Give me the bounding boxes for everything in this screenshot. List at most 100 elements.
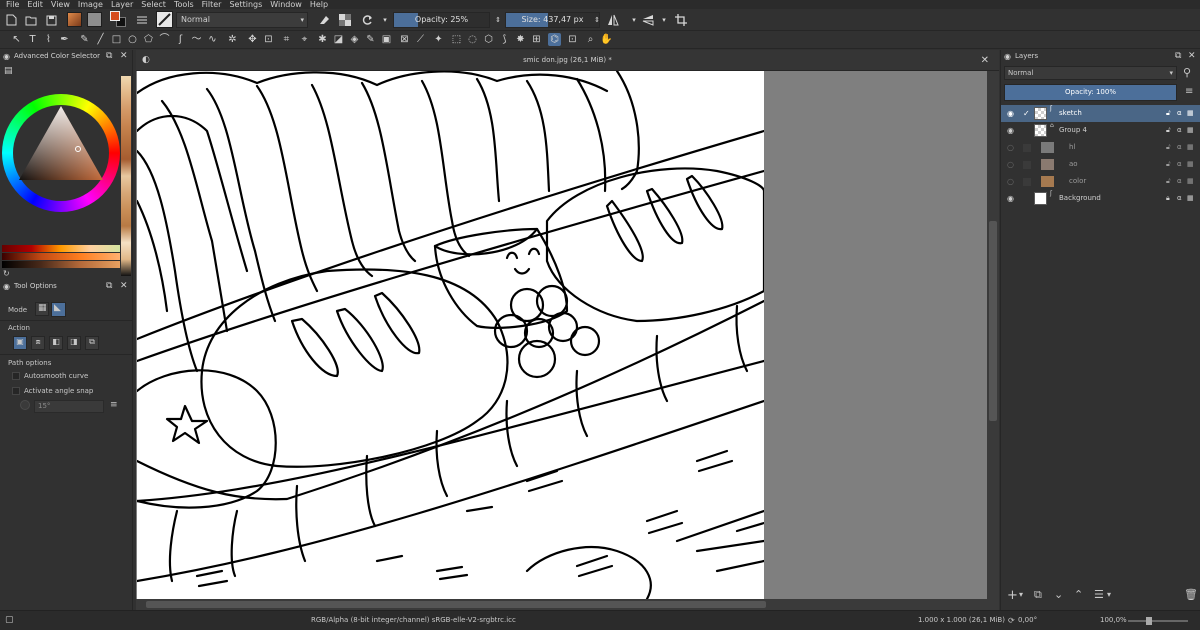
mirror-horizontal-icon[interactable] xyxy=(606,13,620,27)
action-add-button[interactable]: ◧ xyxy=(49,336,63,350)
elliptical-selection-icon[interactable]: ◌ xyxy=(466,33,479,46)
eye-visible-icon[interactable]: ◉ xyxy=(1007,105,1014,122)
opacity-stepper-icon[interactable]: ⇕ xyxy=(491,13,505,27)
menu-settings[interactable]: Settings xyxy=(229,0,262,9)
size-stepper-icon[interactable]: ⇕ xyxy=(590,13,604,27)
smart-patch-tool-icon[interactable]: ✱ xyxy=(316,33,329,46)
color-history-strip[interactable] xyxy=(121,76,131,276)
size-slider[interactable]: Size: 437,47 px xyxy=(505,12,600,28)
move-layer-down-icon[interactable]: ⌄ xyxy=(1054,588,1063,601)
mirror-vertical-icon[interactable] xyxy=(641,13,655,27)
color-wheel[interactable] xyxy=(2,94,120,212)
alpha-lock-icon[interactable]: α xyxy=(1177,105,1182,122)
move-layer-up-icon[interactable]: ⌃ xyxy=(1074,588,1083,601)
angle-spinbox[interactable]: 15° xyxy=(34,400,104,413)
brush-preset-status-icon[interactable]: ▢ xyxy=(5,611,14,630)
inherit-alpha-icon[interactable]: ▦ xyxy=(1187,122,1194,139)
alpha-lock-icon[interactable]: α xyxy=(1177,139,1182,156)
refresh-icon[interactable]: ↻ xyxy=(3,269,10,278)
docker-handle-icon[interactable]: ◉ xyxy=(3,280,10,293)
freehand-brush-tool-icon[interactable]: ✎ xyxy=(78,33,91,46)
bezier-tool-icon[interactable]: ʃ xyxy=(174,33,187,46)
opacity-slider[interactable]: Opacity: 25% xyxy=(393,12,490,28)
polyline-tool-icon[interactable]: ⌒ xyxy=(158,33,171,46)
transform-tool-icon[interactable]: ⊡ xyxy=(262,33,275,46)
layer-row-color[interactable]: ○ color 🔓︎ α ▦ xyxy=(1001,173,1200,190)
save-icon[interactable] xyxy=(44,13,58,27)
menu-file[interactable]: File xyxy=(6,0,19,9)
chevron-down-icon[interactable]: ▾ xyxy=(627,13,641,27)
layer-row-ao[interactable]: ○ ao 🔓︎ α ▦ xyxy=(1001,156,1200,173)
inherit-alpha-icon[interactable]: ▦ xyxy=(1187,105,1194,122)
dynamic-brush-tool-icon[interactable]: ∿ xyxy=(206,33,219,46)
menu-tools[interactable]: Tools xyxy=(174,0,194,9)
eye-hidden-icon[interactable]: ○ xyxy=(1007,156,1014,173)
move-tool-icon[interactable]: ✥ xyxy=(246,33,259,46)
menu-help[interactable]: Help xyxy=(310,0,328,9)
chevron-down-icon[interactable]: ▾ xyxy=(657,13,671,27)
vertical-scrollbar-thumb[interactable] xyxy=(989,221,997,421)
mode-shape-button[interactable]: ▦ xyxy=(35,302,49,316)
layer-blend-mode-combo[interactable]: Normal ▾ xyxy=(1004,66,1177,80)
inherit-alpha-icon[interactable]: ▦ xyxy=(1187,173,1194,190)
pattern-preset-swatch[interactable] xyxy=(87,12,102,27)
vertical-scrollbar[interactable] xyxy=(987,71,999,599)
menu-image[interactable]: Image xyxy=(78,0,103,9)
horizontal-scrollbar-thumb[interactable] xyxy=(146,601,766,608)
lock-icon[interactable]: 🔒︎ xyxy=(1166,190,1170,207)
polygon-tool-icon[interactable]: ⬠ xyxy=(142,33,155,46)
zoom-tool-icon[interactable]: ⌕ xyxy=(584,33,597,46)
float-docker-icon[interactable]: ⧉ xyxy=(106,50,112,63)
gradient-preset-swatch[interactable] xyxy=(67,12,82,27)
similar-selection-icon[interactable]: ⊞ xyxy=(530,33,543,46)
magnetic-selection-icon[interactable]: ⊡ xyxy=(566,33,579,46)
eye-hidden-icon[interactable]: ○ xyxy=(1007,173,1014,190)
reload-preset-icon[interactable] xyxy=(360,13,374,27)
layer-row-group-4[interactable]: ◉ ⌂ Group 4 🔓︎ α ▦ xyxy=(1001,122,1200,139)
duplicate-layer-icon[interactable]: ⧉ xyxy=(1034,588,1042,602)
chevron-down-icon[interactable]: ▾ xyxy=(1019,590,1023,599)
alpha-lock-icon[interactable]: α xyxy=(1177,190,1182,207)
fill-tool-icon[interactable]: ◈ xyxy=(348,33,361,46)
action-replace-button[interactable]: ▣ xyxy=(13,336,27,350)
color-gradient-bar-3[interactable] xyxy=(2,261,120,268)
eye-hidden-icon[interactable]: ○ xyxy=(1007,139,1014,156)
hamburger-menu-icon[interactable]: ≡ xyxy=(110,400,118,410)
ellipse-tool-icon[interactable]: ○ xyxy=(126,33,139,46)
menu-window[interactable]: Window xyxy=(270,0,302,9)
measure-tool-icon[interactable]: ⟋ xyxy=(414,33,427,46)
lock-icon[interactable]: 🔓︎ xyxy=(1166,139,1171,156)
layer-row-hl[interactable]: ○ hl 🔓︎ α ▦ xyxy=(1001,139,1200,156)
close-document-icon[interactable]: ✕ xyxy=(981,50,989,71)
lock-icon[interactable]: 🔓︎ xyxy=(1166,173,1171,190)
preserve-alpha-icon[interactable] xyxy=(338,13,352,27)
docker-handle-icon[interactable]: ◉ xyxy=(3,50,10,63)
bezier-selection-icon[interactable]: ⌬ xyxy=(548,33,561,46)
checkmark-icon[interactable]: ✓ xyxy=(1023,105,1030,122)
add-layer-icon[interactable]: + xyxy=(1007,588,1018,603)
delete-layer-icon[interactable]: 🗑︎ xyxy=(1184,588,1198,601)
chevron-down-icon[interactable]: ▾ xyxy=(1107,590,1111,599)
docker-handle-icon[interactable]: ◉ xyxy=(1004,50,1011,63)
menu-select[interactable]: Select xyxy=(141,0,166,9)
autosmooth-checkbox[interactable] xyxy=(12,372,20,380)
edit-shapes-tool-icon[interactable]: ⌇ xyxy=(42,33,55,46)
menu-filter[interactable]: Filter xyxy=(202,0,222,9)
pan-tool-icon[interactable]: ✋ xyxy=(600,33,613,46)
freehand-path-tool-icon[interactable]: 〜 xyxy=(190,33,203,46)
layer-opacity-slider[interactable]: Opacity: 100% xyxy=(1004,84,1177,101)
freehand-selection-icon[interactable]: ⟆ xyxy=(498,33,511,46)
brush-settings-icon[interactable] xyxy=(135,13,149,27)
multibrush-tool-icon[interactable]: ✲ xyxy=(226,33,239,46)
contiguous-selection-icon[interactable]: ✸ xyxy=(514,33,527,46)
crop-icon[interactable] xyxy=(674,13,688,27)
calligraphy-tool-icon[interactable]: ✒ xyxy=(58,33,71,46)
crop-tool-icon[interactable]: ⌗ xyxy=(280,33,293,46)
action-subtract-button[interactable]: ◨ xyxy=(67,336,81,350)
polygonal-selection-icon[interactable]: ⬡ xyxy=(482,33,495,46)
rectangle-tool-icon[interactable]: □ xyxy=(110,33,123,46)
color-gradient-bar-1[interactable] xyxy=(2,245,120,252)
eye-visible-icon[interactable]: ◉ xyxy=(1007,122,1014,139)
layer-properties-icon[interactable]: ☰ xyxy=(1094,588,1104,601)
eye-visible-icon[interactable]: ◉ xyxy=(1007,190,1014,207)
